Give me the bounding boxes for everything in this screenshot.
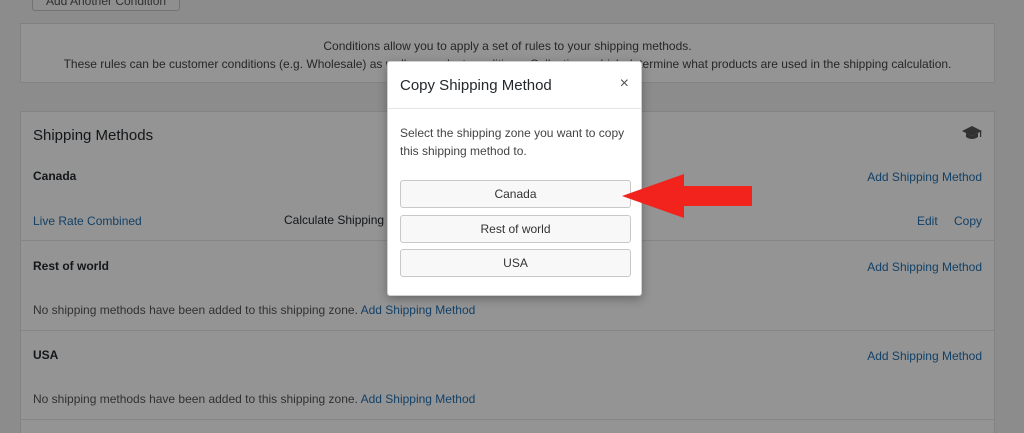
zone-option-rest-of-world[interactable]: Rest of world — [400, 215, 631, 243]
zone-option-usa[interactable]: USA — [400, 249, 631, 277]
close-icon[interactable]: × — [620, 75, 629, 93]
copy-shipping-method-dialog: Copy Shipping Method × Select the shippi… — [387, 61, 642, 296]
dialog-header: Copy Shipping Method × — [388, 62, 641, 109]
red-arrow-icon — [622, 174, 752, 218]
dialog-title: Copy Shipping Method — [400, 77, 552, 94]
page: Add Another Condition Conditions allow y… — [0, 0, 1024, 433]
dialog-description: Select the shipping zone you want to cop… — [400, 126, 625, 158]
zone-option-canada[interactable]: Canada — [400, 180, 631, 208]
